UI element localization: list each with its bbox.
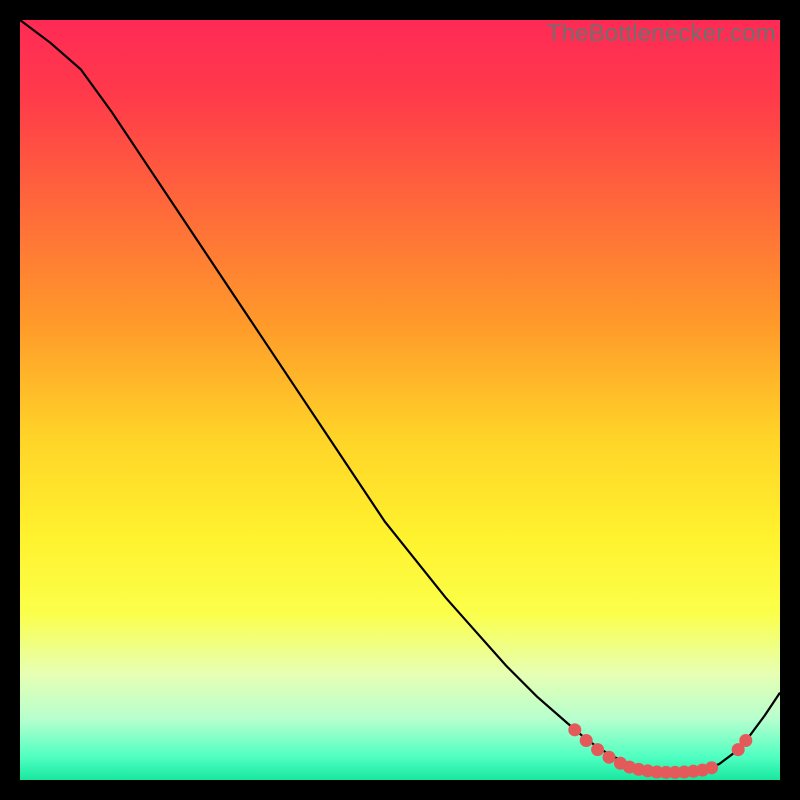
chart-background (20, 20, 780, 780)
chart-svg (20, 20, 780, 780)
curve-marker (739, 734, 752, 747)
chart-frame: TheBottlenecker.com (20, 20, 780, 780)
curve-marker (705, 761, 718, 774)
curve-marker (568, 723, 581, 736)
watermark-text: TheBottlenecker.com (547, 20, 776, 48)
curve-marker (580, 734, 593, 747)
curve-marker (603, 751, 616, 764)
curve-marker (591, 743, 604, 756)
